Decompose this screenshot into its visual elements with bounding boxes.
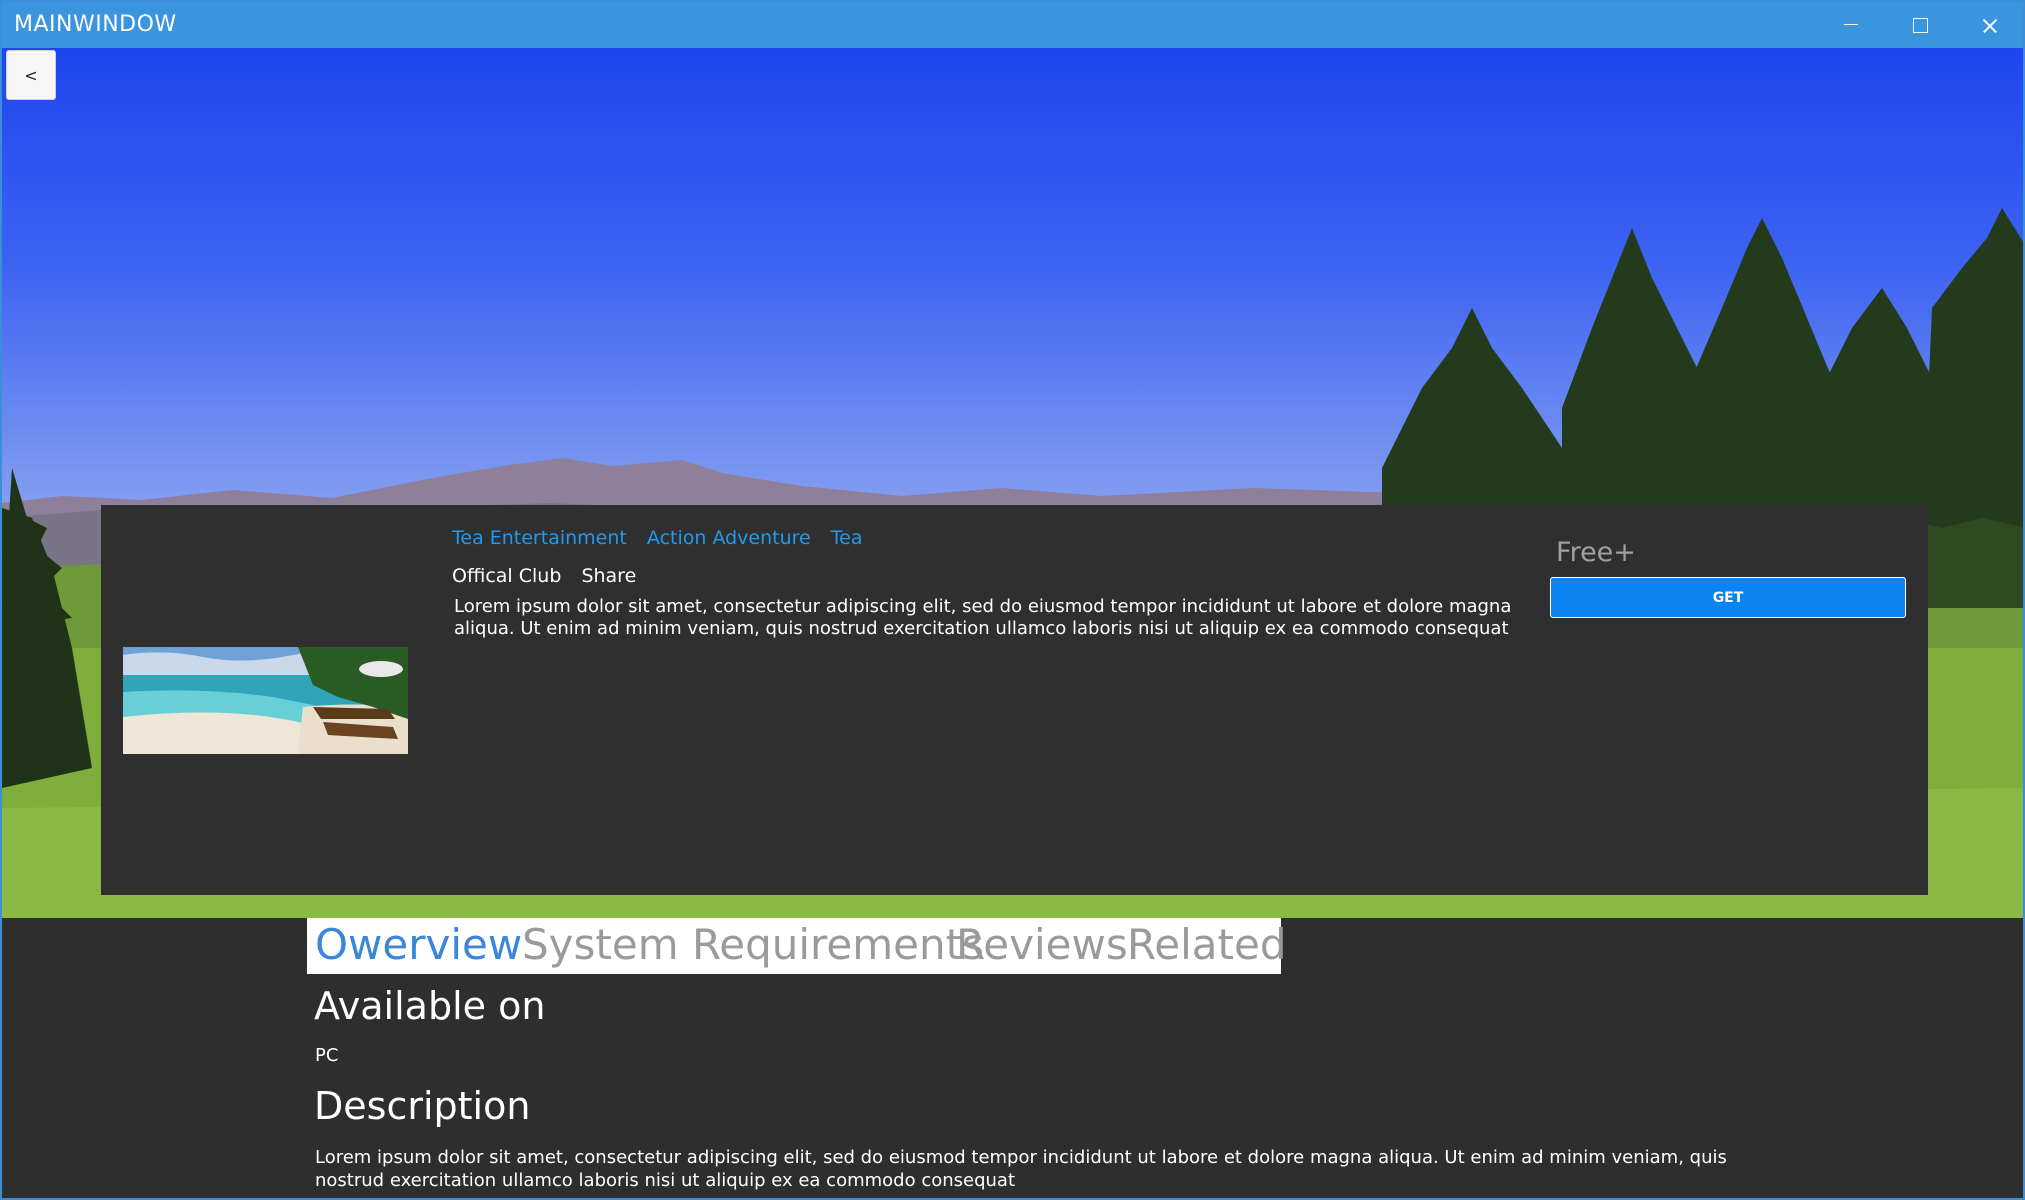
description-text: Lorem ipsum dolor sit amet, consectetur … (315, 1147, 1727, 1191)
category-tags: Tea Entertainment Action Adventure Tea (452, 527, 877, 549)
product-thumbnail (123, 647, 408, 754)
get-button[interactable]: GET (1550, 577, 1906, 618)
card-description: Lorem ipsum dolor sit amet, consectetur … (454, 596, 1512, 639)
tab-system-requirements[interactable]: System Requirements (522, 920, 984, 969)
tab-overview[interactable]: Owerview (315, 920, 522, 969)
window-title: MAINWINDOW (14, 12, 177, 37)
title-bar[interactable]: MAINWINDOW (2, 2, 2023, 48)
tab-reviews[interactable]: Reviews (956, 920, 1128, 969)
platform-label: PC (315, 1045, 339, 1066)
description-heading: Description (314, 1084, 531, 1128)
tag-genre[interactable]: Action Adventure (647, 527, 811, 549)
tag-publisher[interactable]: Tea Entertainment (452, 527, 627, 549)
maximize-icon[interactable] (1885, 2, 1954, 48)
beach-image (123, 647, 408, 754)
available-on-heading: Available on (314, 984, 546, 1028)
price-label: Free+ (1556, 537, 1636, 568)
close-icon[interactable] (1954, 2, 2023, 48)
back-button[interactable]: < (6, 50, 56, 100)
tab-bar: Owerview System Requirements Reviews Rel… (307, 918, 1287, 974)
offical-club-link[interactable]: Offical Club (452, 565, 561, 587)
tag-category[interactable]: Tea (831, 527, 863, 549)
share-link[interactable]: Share (581, 565, 636, 587)
tab-related[interactable]: Related (1127, 920, 1287, 969)
card-links: Offical Club Share (452, 565, 650, 587)
product-card: Tea Entertainment Action Adventure Tea O… (101, 505, 1928, 895)
main-window: MAINWINDOW < Tea Entertainment Action Ad… (0, 0, 2025, 1200)
minimize-icon[interactable] (1816, 2, 1885, 48)
